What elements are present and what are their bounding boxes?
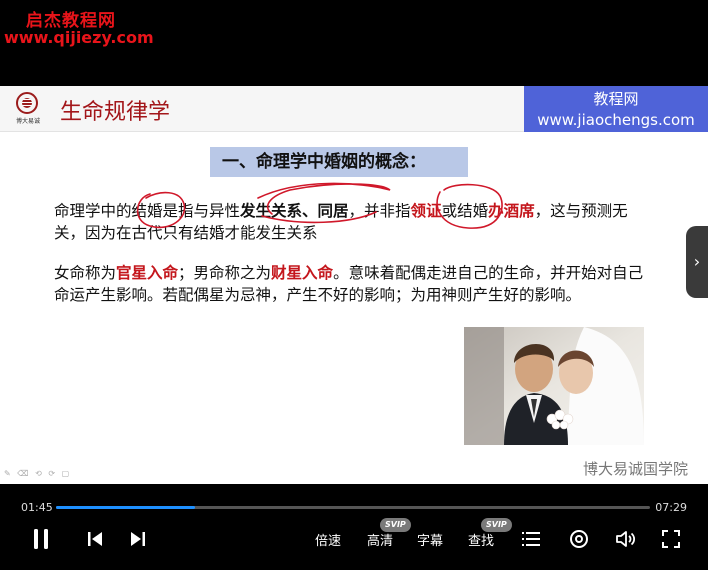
slide-header: 博大易诚 生命规律学 教程网 www.jiaochengs.com bbox=[0, 86, 708, 132]
paragraph-marriage-definition: 命理学中的结婚是指与异性发生关系、同居，并非指领证或结婚办酒席，这与预测无关，因… bbox=[54, 200, 644, 244]
fullscreen-icon bbox=[662, 530, 680, 548]
org-logo: 博大易诚 bbox=[12, 92, 42, 128]
previous-button[interactable] bbox=[84, 524, 106, 554]
search-button[interactable]: 查找 bbox=[463, 524, 499, 554]
progress-bar[interactable] bbox=[56, 506, 650, 509]
quality-button[interactable]: 高清 bbox=[362, 524, 398, 554]
slide: 博大易诚 生命规律学 教程网 www.jiaochengs.com 一、命理学中… bbox=[0, 86, 708, 484]
volume-icon bbox=[616, 531, 636, 547]
watermark-box: 教程网 www.jiaochengs.com bbox=[524, 86, 708, 132]
para2-text-2: ；男命称之为 bbox=[178, 264, 272, 282]
video-player-controls: 01:45 07:29 倍速 SVIP 高清 字幕 SVIP 查找 bbox=[0, 484, 708, 570]
settings-button[interactable] bbox=[567, 524, 591, 554]
para1-red-2: 办酒席 bbox=[488, 202, 535, 220]
current-time: 01:45 bbox=[21, 501, 53, 514]
wedding-couple-photo bbox=[464, 327, 644, 445]
slide-toolbar[interactable]: ✎ ⌫ ⟲ ⟳ ▢ bbox=[4, 469, 71, 478]
watermark-url: www.qijiezy.com bbox=[4, 28, 154, 47]
top-black-bar: 启杰教程网 www.qijiezy.com bbox=[0, 0, 708, 86]
speed-button[interactable]: 倍速 bbox=[310, 524, 346, 554]
footer-org-name: 博大易诚国学院 bbox=[582, 460, 688, 478]
para2-red-1: 官星入命 bbox=[116, 264, 179, 282]
next-button[interactable] bbox=[127, 524, 149, 554]
settings-icon bbox=[570, 530, 588, 548]
logo-seal-icon bbox=[16, 92, 38, 114]
volume-button[interactable] bbox=[614, 524, 638, 554]
prev-icon bbox=[88, 532, 102, 546]
slide-title: 生命规律学 bbox=[60, 100, 171, 125]
playlist-icon bbox=[522, 532, 540, 546]
progress-fill bbox=[56, 506, 195, 509]
section-heading: 一、命理学中婚姻的概念： bbox=[210, 147, 468, 177]
para1-red-1: 领证 bbox=[410, 202, 442, 220]
para1-text-1: 命理学中的结婚是指与异性 bbox=[54, 202, 241, 220]
subtitle-button[interactable]: 字幕 bbox=[412, 524, 448, 554]
next-icon bbox=[131, 532, 145, 546]
para1-text-3: 或结婚 bbox=[441, 202, 489, 220]
pause-button[interactable] bbox=[28, 524, 54, 554]
watermark-box-name: 教程网 bbox=[593, 90, 639, 108]
para2-red-2: 财星入命 bbox=[271, 264, 334, 282]
pause-icon bbox=[34, 529, 48, 549]
para1-text-2: ，并非指 bbox=[348, 202, 411, 220]
para1-bold-1: 发生关系、同居 bbox=[240, 202, 349, 220]
total-time: 07:29 bbox=[655, 501, 687, 514]
playlist-button[interactable] bbox=[520, 524, 542, 554]
watermark-box-url: www.jiaochengs.com bbox=[537, 111, 695, 129]
paragraph-spouse-star: 女命称为官星入命；男命称之为财星入命。意味着配偶走进自己的生命，并开始对自己命运… bbox=[54, 262, 644, 306]
fullscreen-button[interactable] bbox=[660, 524, 682, 554]
logo-text: 博大易诚 bbox=[15, 118, 40, 125]
next-slide-arrow-icon[interactable]: › bbox=[686, 226, 708, 298]
para2-text-1: 女命称为 bbox=[54, 264, 117, 282]
